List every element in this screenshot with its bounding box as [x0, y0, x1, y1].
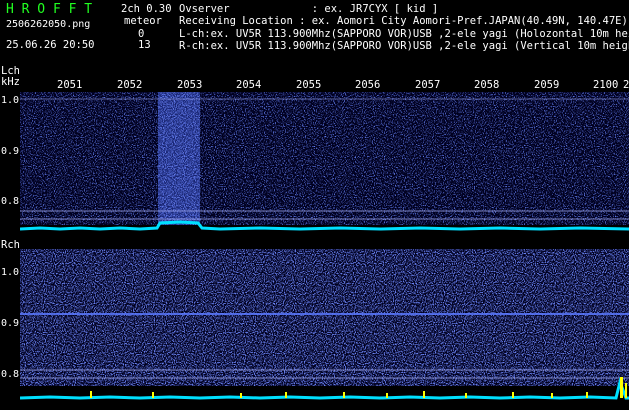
rch-spectrogram[interactable] [20, 249, 629, 410]
rch-tick-0-9: 0.9 [1, 318, 20, 329]
meteor-label: meteor [124, 15, 162, 27]
lch-tick-0-8: 0.8 [1, 196, 20, 207]
time-label: 2 [623, 79, 629, 91]
lch-spectrogram-image [20, 92, 629, 233]
time-label: 2059 [534, 79, 560, 91]
time-label: 2052 [117, 79, 143, 91]
observer-info: Ovserver : ex. JR7CYX [ kid ] [179, 3, 439, 15]
lch-label: Lch [1, 65, 20, 77]
meteor-count-lch: 0 [138, 28, 145, 40]
rch-info: R-ch:ex. UV5R 113.900Mhz(SAPPORO VOR)USB… [179, 40, 629, 52]
time-label: 2054 [236, 79, 262, 91]
location-info: Receiving Location : ex. Aomori City Aom… [179, 15, 628, 27]
lch-tick-0-9: 0.9 [1, 146, 20, 157]
datetime: 25.06.26 20:50 [6, 39, 95, 51]
app-logo: H R O F F T [6, 2, 93, 17]
rch-label: Rch [1, 239, 20, 251]
mode-label: 2ch 0.30 [121, 3, 172, 15]
lch-tick-1-0: 1.0 [1, 95, 20, 106]
file-name: 2506262050.png [6, 19, 91, 30]
time-label: 2056 [355, 79, 381, 91]
time-axis: 2051 2052 2053 2054 2055 2056 2057 2058 … [0, 80, 629, 92]
time-label: 2055 [296, 79, 322, 91]
rch-tick-0-8: 0.8 [1, 369, 20, 380]
lch-spectrogram[interactable] [20, 92, 629, 233]
rch-tick-1-0: 1.0 [1, 267, 20, 278]
time-label: 2057 [415, 79, 441, 91]
rch-spectrogram-image [20, 249, 629, 410]
lch-info: L-ch:ex. UV5R 113.900Mhz(SAPPORO VOR)USB… [179, 28, 629, 40]
time-label: 2053 [177, 79, 203, 91]
time-label: 2051 [57, 79, 83, 91]
time-label: 2058 [474, 79, 500, 91]
meteor-count-rch: 13 [138, 39, 151, 51]
time-label: 2100 [593, 79, 619, 91]
